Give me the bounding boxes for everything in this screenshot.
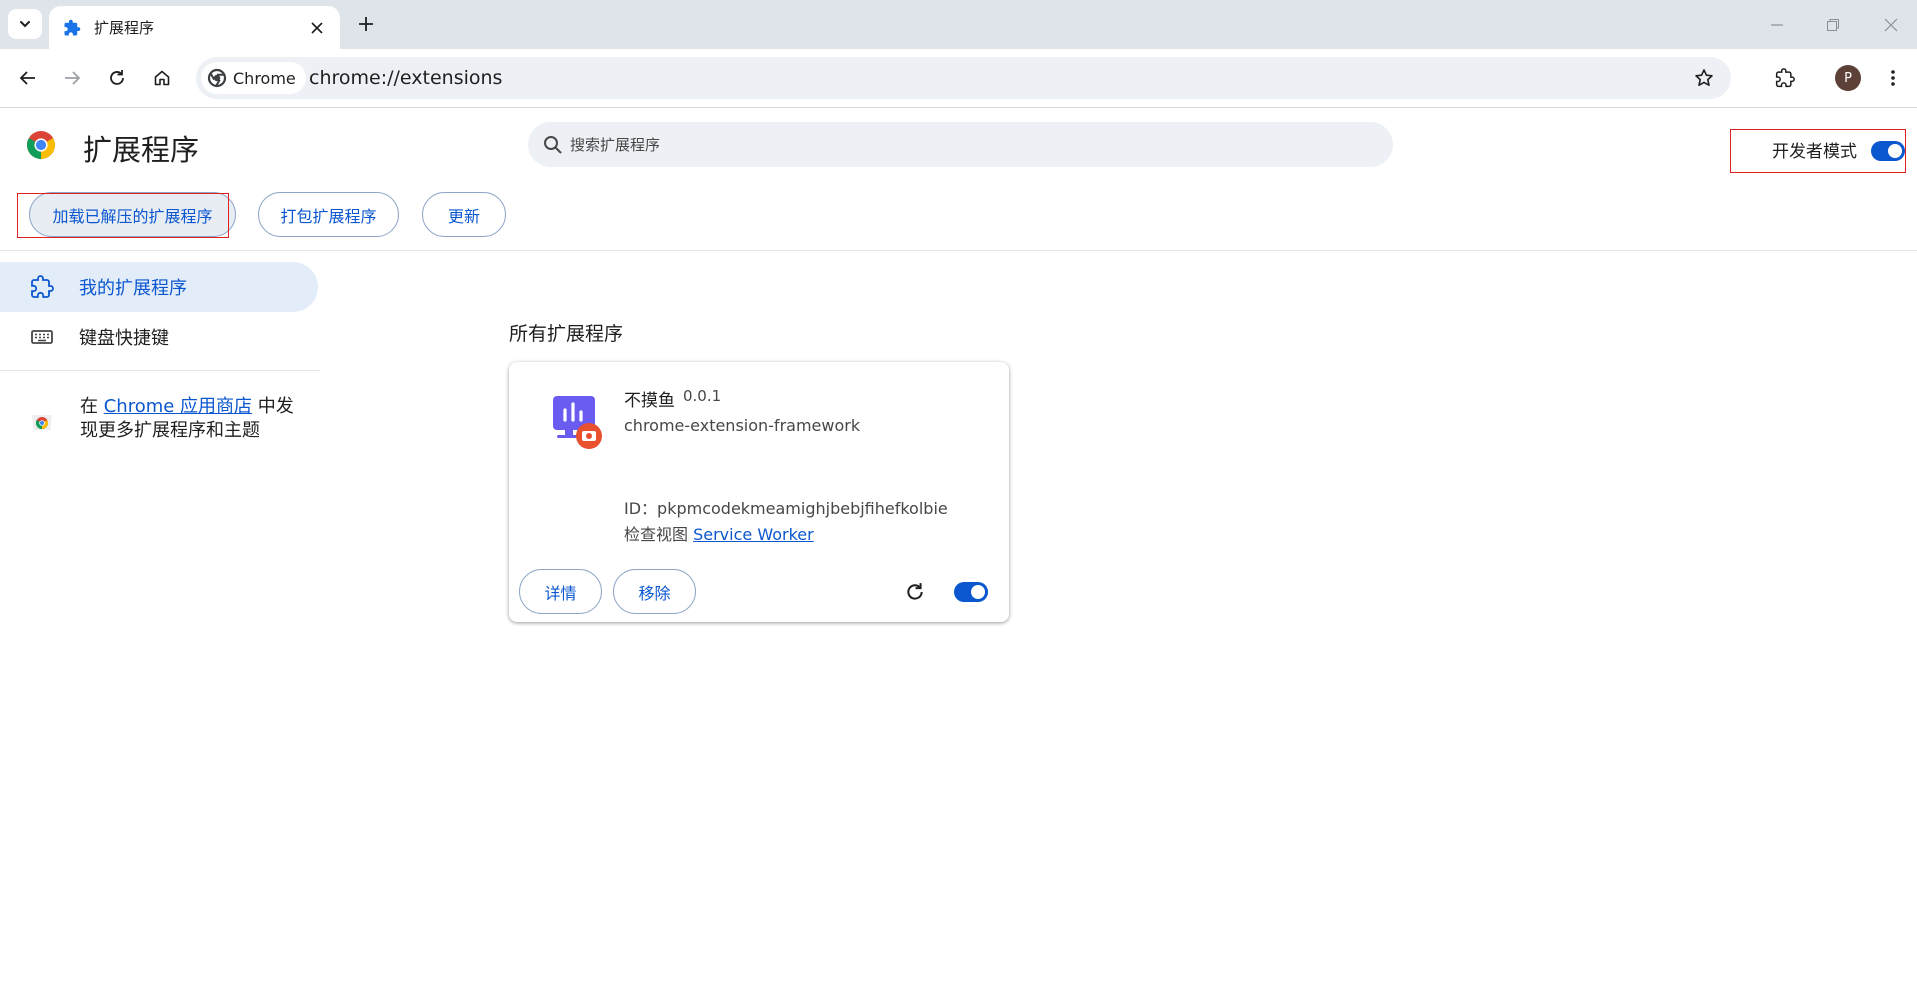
bookmark-button[interactable] (1691, 65, 1717, 91)
more-vert-icon (1891, 70, 1895, 86)
reload-extension-button[interactable] (902, 579, 928, 605)
tab-title: 扩展程序 (94, 19, 155, 37)
browser-toolbar: Chrome chrome://extensions P (0, 49, 1917, 108)
tab-search-button[interactable] (8, 9, 42, 39)
extension-app-icon (553, 396, 602, 449)
home-icon (154, 70, 170, 86)
search-icon (544, 136, 562, 154)
section-title: 所有扩展程序 (509, 323, 624, 345)
back-button[interactable] (11, 61, 45, 95)
header-divider (0, 250, 1917, 251)
sidebar-item-label: 我的扩展程序 (79, 278, 187, 299)
profile-avatar[interactable]: P (1835, 65, 1861, 91)
extension-card: 不摸鱼 0.0.1 chrome-extension-framework ID：… (509, 362, 1009, 622)
service-worker-link[interactable]: Service Worker (693, 525, 814, 544)
chrome-icon (207, 68, 227, 88)
sidebar-divider (0, 370, 320, 371)
puzzle-icon (1775, 68, 1795, 88)
extension-description: chrome-extension-framework (624, 416, 861, 435)
minimize-button[interactable] (1762, 10, 1792, 40)
developer-mode-toggle[interactable] (1871, 141, 1905, 161)
close-icon (1884, 18, 1898, 32)
chevron-down-icon (20, 21, 30, 28)
extension-version: 0.0.1 (683, 387, 722, 405)
web-store-link[interactable]: Chrome 应用商店 (104, 396, 252, 417)
minimize-icon (1771, 24, 1783, 26)
star-icon (1695, 69, 1713, 86)
restore-icon (1827, 19, 1839, 31)
inspect-views: 检查视图 Service Worker (624, 521, 814, 545)
extension-id: ID：pkpmcodekmeamighjbebjfihefkolbie (624, 499, 948, 518)
tab-extensions[interactable]: 扩展程序 (49, 6, 340, 49)
plus-icon (359, 17, 373, 31)
tab-strip: 扩展程序 (0, 0, 1917, 49)
reload-icon (907, 583, 923, 600)
remove-button[interactable]: 移除 (613, 569, 696, 614)
reload-icon (110, 70, 124, 85)
store-promo-prefix: 在 (80, 396, 104, 417)
close-window-button[interactable] (1876, 10, 1906, 40)
tab-close-icon[interactable] (308, 19, 326, 37)
web-store-promo: 在 Chrome 应用商店 中发现更多扩展程序和主题 (80, 395, 310, 443)
pack-extension-button[interactable]: 打包扩展程序 (258, 192, 399, 237)
forward-button[interactable] (55, 61, 89, 95)
chrome-logo-icon (27, 131, 55, 159)
sidebar-item-label: 键盘快捷键 (79, 328, 169, 349)
extension-enable-toggle[interactable] (954, 582, 988, 602)
details-button[interactable]: 详情 (519, 569, 602, 614)
puzzle-icon (64, 19, 81, 35)
update-button[interactable]: 更新 (422, 192, 506, 237)
address-bar[interactable]: Chrome chrome://extensions (196, 57, 1731, 99)
developer-mode-label: 开发者模式 (1772, 142, 1857, 162)
inspect-views-label: 检查视图 (624, 525, 694, 544)
home-button[interactable] (145, 61, 179, 95)
sidebar-item-my-extensions[interactable]: 我的扩展程序 (0, 262, 318, 312)
chip-label: Chrome (233, 68, 296, 88)
extensions-menu-button[interactable] (1768, 61, 1802, 95)
keyboard-icon (31, 330, 53, 344)
extension-name: 不摸鱼 (624, 391, 675, 411)
developer-mode-control: 开发者模式 (1730, 129, 1906, 173)
site-info-chip[interactable]: Chrome (201, 62, 306, 94)
highlight-box (17, 193, 229, 238)
arrow-right-icon (65, 71, 81, 85)
search-bar[interactable] (528, 122, 1393, 167)
menu-button[interactable] (1876, 61, 1910, 95)
page-title: 扩展程序 (83, 133, 200, 167)
web-store-icon (32, 415, 52, 430)
reload-button[interactable] (100, 61, 134, 95)
restore-button[interactable] (1818, 10, 1848, 40)
arrow-left-icon (19, 71, 35, 85)
sidebar-item-keyboard-shortcuts[interactable]: 键盘快捷键 (0, 312, 318, 362)
search-input[interactable] (570, 122, 1370, 167)
new-tab-button[interactable] (352, 10, 380, 38)
extension-icon (31, 275, 54, 298)
url-text[interactable]: chrome://extensions (309, 67, 502, 89)
